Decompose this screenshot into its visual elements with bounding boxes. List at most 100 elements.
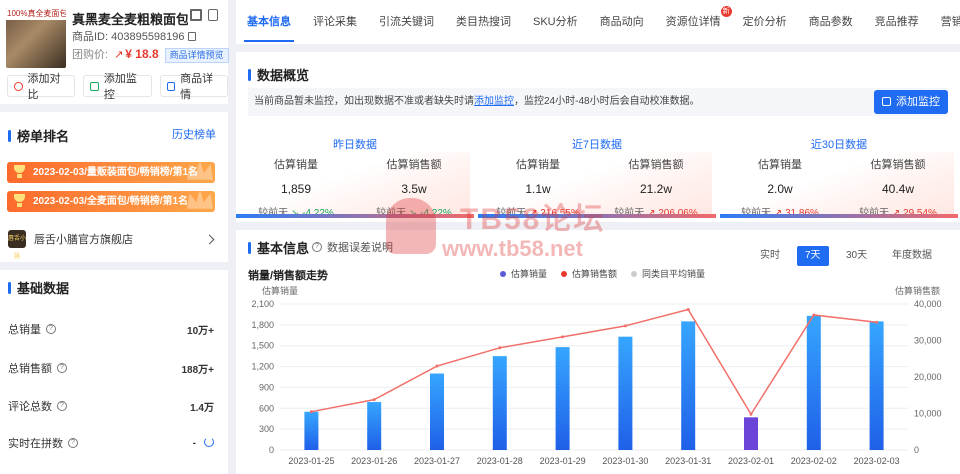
qrcode-icon[interactable] bbox=[190, 9, 202, 21]
period-label: 昨日数据 bbox=[333, 139, 377, 151]
period-accent-bar bbox=[478, 214, 716, 218]
add-monitor-primary-button[interactable]: 添加监控 bbox=[874, 90, 948, 114]
product-actions: 添加对比 添加监控 商品详情 bbox=[7, 73, 228, 101]
crown-icon bbox=[187, 191, 213, 209]
rank-badge-1[interactable]: 2023-02-03/量贩装面包/畅销榜/第1名 bbox=[7, 162, 215, 183]
tab-basic-info[interactable]: 基本信息 bbox=[236, 0, 302, 44]
product-thumbnail[interactable]: 100%真全麦面包 bbox=[6, 8, 66, 68]
chart-bar bbox=[618, 336, 633, 450]
tab-product-trends[interactable]: 商品动向 bbox=[589, 0, 655, 44]
x-tick-label: 2023-01-27 bbox=[414, 456, 460, 466]
add-monitor-primary-label: 添加监控 bbox=[896, 96, 940, 108]
data-overview-panel: 数据概览 当前商品暂未监控，如出现数据不准或者缺失时请添加监控，监控24小时-4… bbox=[236, 52, 960, 222]
product-detail-label: 商品详情 bbox=[180, 73, 214, 101]
y-right-tick-label: 10,000 bbox=[914, 409, 942, 419]
metric-card: 估算销售额40.4w较前天 ↗ 29.54% bbox=[838, 156, 958, 219]
stat-row: 实时在拼数? - bbox=[8, 435, 214, 451]
x-tick-label: 2023-01-29 bbox=[540, 456, 586, 466]
shop-link[interactable]: 唇舌小膳 唇舌小膳官方旗舰店 bbox=[8, 230, 133, 260]
revenue-point bbox=[309, 410, 313, 414]
metric-value: 21.2w bbox=[639, 182, 673, 196]
tab-sku-analysis[interactable]: SKU分析 bbox=[522, 0, 589, 44]
divider bbox=[0, 104, 228, 112]
metric-label: 估算销量 bbox=[758, 159, 802, 171]
notice-add-monitor-link[interactable]: 添加监控 bbox=[474, 96, 514, 107]
chart-bar bbox=[681, 321, 696, 450]
tab-marketing[interactable]: 营销分析 bbox=[930, 0, 960, 44]
y-right-tick-label: 20,000 bbox=[914, 372, 942, 382]
stat-row: 评论总数? 1.4万 bbox=[8, 398, 214, 414]
tab-competitors[interactable]: 竞品推荐 bbox=[864, 0, 930, 44]
metric-value: 1.1w bbox=[525, 182, 551, 196]
y-left-tick-label: 1,800 bbox=[251, 320, 274, 330]
help-icon[interactable]: ? bbox=[57, 401, 67, 411]
metric-value: 2.0w bbox=[767, 182, 793, 196]
help-icon[interactable]: ? bbox=[46, 324, 56, 334]
metric-value: 1,859 bbox=[280, 182, 312, 196]
new-badge: 新 bbox=[720, 6, 732, 17]
overview-title: 数据概览 bbox=[248, 65, 309, 84]
help-icon[interactable]: ? bbox=[68, 438, 78, 448]
shop-name: 唇舌小膳官方旗舰店 bbox=[34, 234, 133, 246]
product-card: 100%真全麦面包 真黑麦全麦粗粮面包... 商品ID: 40389559819… bbox=[0, 0, 229, 68]
metric-label: 估算销量 bbox=[516, 159, 560, 171]
period-label: 近30日数据 bbox=[810, 139, 868, 151]
metric-card: 估算销量2.0w较前天 ↗ 31.86% bbox=[720, 156, 840, 219]
overview-title-text: 数据概览 bbox=[257, 68, 310, 83]
rank-text-1: 2023-02-03/量贩装面包/畅销榜/第1名 bbox=[33, 167, 199, 178]
notice-text-post: ，监控24小时-48小时后会自动校准数据。 bbox=[514, 96, 700, 107]
basic-data-title: 基础数据 bbox=[8, 278, 69, 297]
chart-bar bbox=[555, 347, 570, 450]
shop-logo: 唇舌小膳 bbox=[8, 230, 26, 260]
chart-bar bbox=[304, 411, 319, 450]
refresh-icon[interactable] bbox=[204, 437, 214, 447]
divider bbox=[0, 262, 228, 270]
basic-data-title-text: 基础数据 bbox=[17, 281, 70, 296]
ranking-title-text: 榜单排名 bbox=[17, 129, 70, 144]
preview-button[interactable]: 商品详情预览 bbox=[164, 48, 229, 63]
tab-traffic-keywords[interactable]: 引流关键词 bbox=[368, 0, 445, 44]
tab-comments[interactable]: 评论采集 bbox=[302, 0, 368, 44]
tab-bar: 基本信息 评论采集 引流关键词 类目热搜词 SKU分析 商品动向 资源位详情新 … bbox=[236, 0, 960, 44]
copy-id-icon[interactable] bbox=[187, 32, 196, 41]
tab-resource-details[interactable]: 资源位详情新 bbox=[655, 0, 732, 44]
y-right-tick-label: 0 bbox=[914, 445, 919, 455]
notice-text-pre: 当前商品暂未监控，如出现数据不准或者缺失时请 bbox=[254, 96, 474, 107]
add-monitor-button[interactable]: 添加监控 bbox=[83, 73, 152, 101]
y-left-tick-label: 2,100 bbox=[251, 299, 274, 309]
chevron-right-icon[interactable] bbox=[204, 234, 215, 245]
stat-row: 总销量? 10万+ bbox=[8, 321, 214, 337]
tab-pricing[interactable]: 定价分析 bbox=[732, 0, 798, 44]
history-ranking-link[interactable]: 历史榜单 bbox=[172, 126, 216, 142]
metric-value: 3.5w bbox=[401, 182, 427, 196]
tab-category-hot-words[interactable]: 类目热搜词 bbox=[445, 0, 522, 44]
stat-value: 188万+ bbox=[181, 364, 214, 376]
revenue-point bbox=[686, 307, 690, 311]
monitor-notice: 当前商品暂未监控，如出现数据不准或者缺失时请添加监控，监控24小时-48小时后会… bbox=[248, 88, 948, 116]
monitor-icon bbox=[90, 81, 99, 91]
revenue-point bbox=[749, 412, 753, 416]
rank-badge-2[interactable]: 2023-02-03/全麦面包/畅销榜/第1名 bbox=[7, 191, 215, 212]
copy-icon[interactable] bbox=[208, 9, 218, 21]
y-left-tick-label: 600 bbox=[259, 403, 274, 413]
chart-bar bbox=[869, 321, 884, 450]
y-right-tick-label: 40,000 bbox=[914, 299, 942, 309]
x-tick-label: 2023-01-28 bbox=[477, 456, 523, 466]
ranking-title: 榜单排名 bbox=[8, 126, 69, 145]
product-id: 商品ID: 403895598196 bbox=[72, 28, 196, 44]
x-tick-label: 2023-01-25 bbox=[288, 456, 334, 466]
stat-value: - bbox=[192, 438, 196, 449]
stat-label: 总销售额 bbox=[8, 363, 52, 375]
main-content: 基本信息 评论采集 引流关键词 类目热搜词 SKU分析 商品动向 资源位详情新 … bbox=[236, 0, 960, 474]
metric-label: 估算销售额 bbox=[870, 159, 926, 171]
add-compare-button[interactable]: 添加对比 bbox=[7, 73, 76, 101]
tab-product-params[interactable]: 商品参数 bbox=[798, 0, 864, 44]
add-monitor-label: 添加监控 bbox=[103, 73, 137, 101]
product-title[interactable]: 真黑麦全麦粗粮面包... bbox=[72, 9, 188, 28]
metric-label: 估算销量 bbox=[274, 159, 318, 171]
metric-card: 估算销售额21.2w较前天 ↗ 206.06% bbox=[596, 156, 716, 219]
stat-label: 实时在拼数 bbox=[8, 438, 63, 450]
product-detail-button[interactable]: 商品详情 bbox=[159, 73, 228, 101]
left-panel: 100%真全麦面包 真黑麦全麦粗粮面包... 商品ID: 40389559819… bbox=[0, 0, 229, 474]
help-icon[interactable]: ? bbox=[57, 363, 67, 373]
